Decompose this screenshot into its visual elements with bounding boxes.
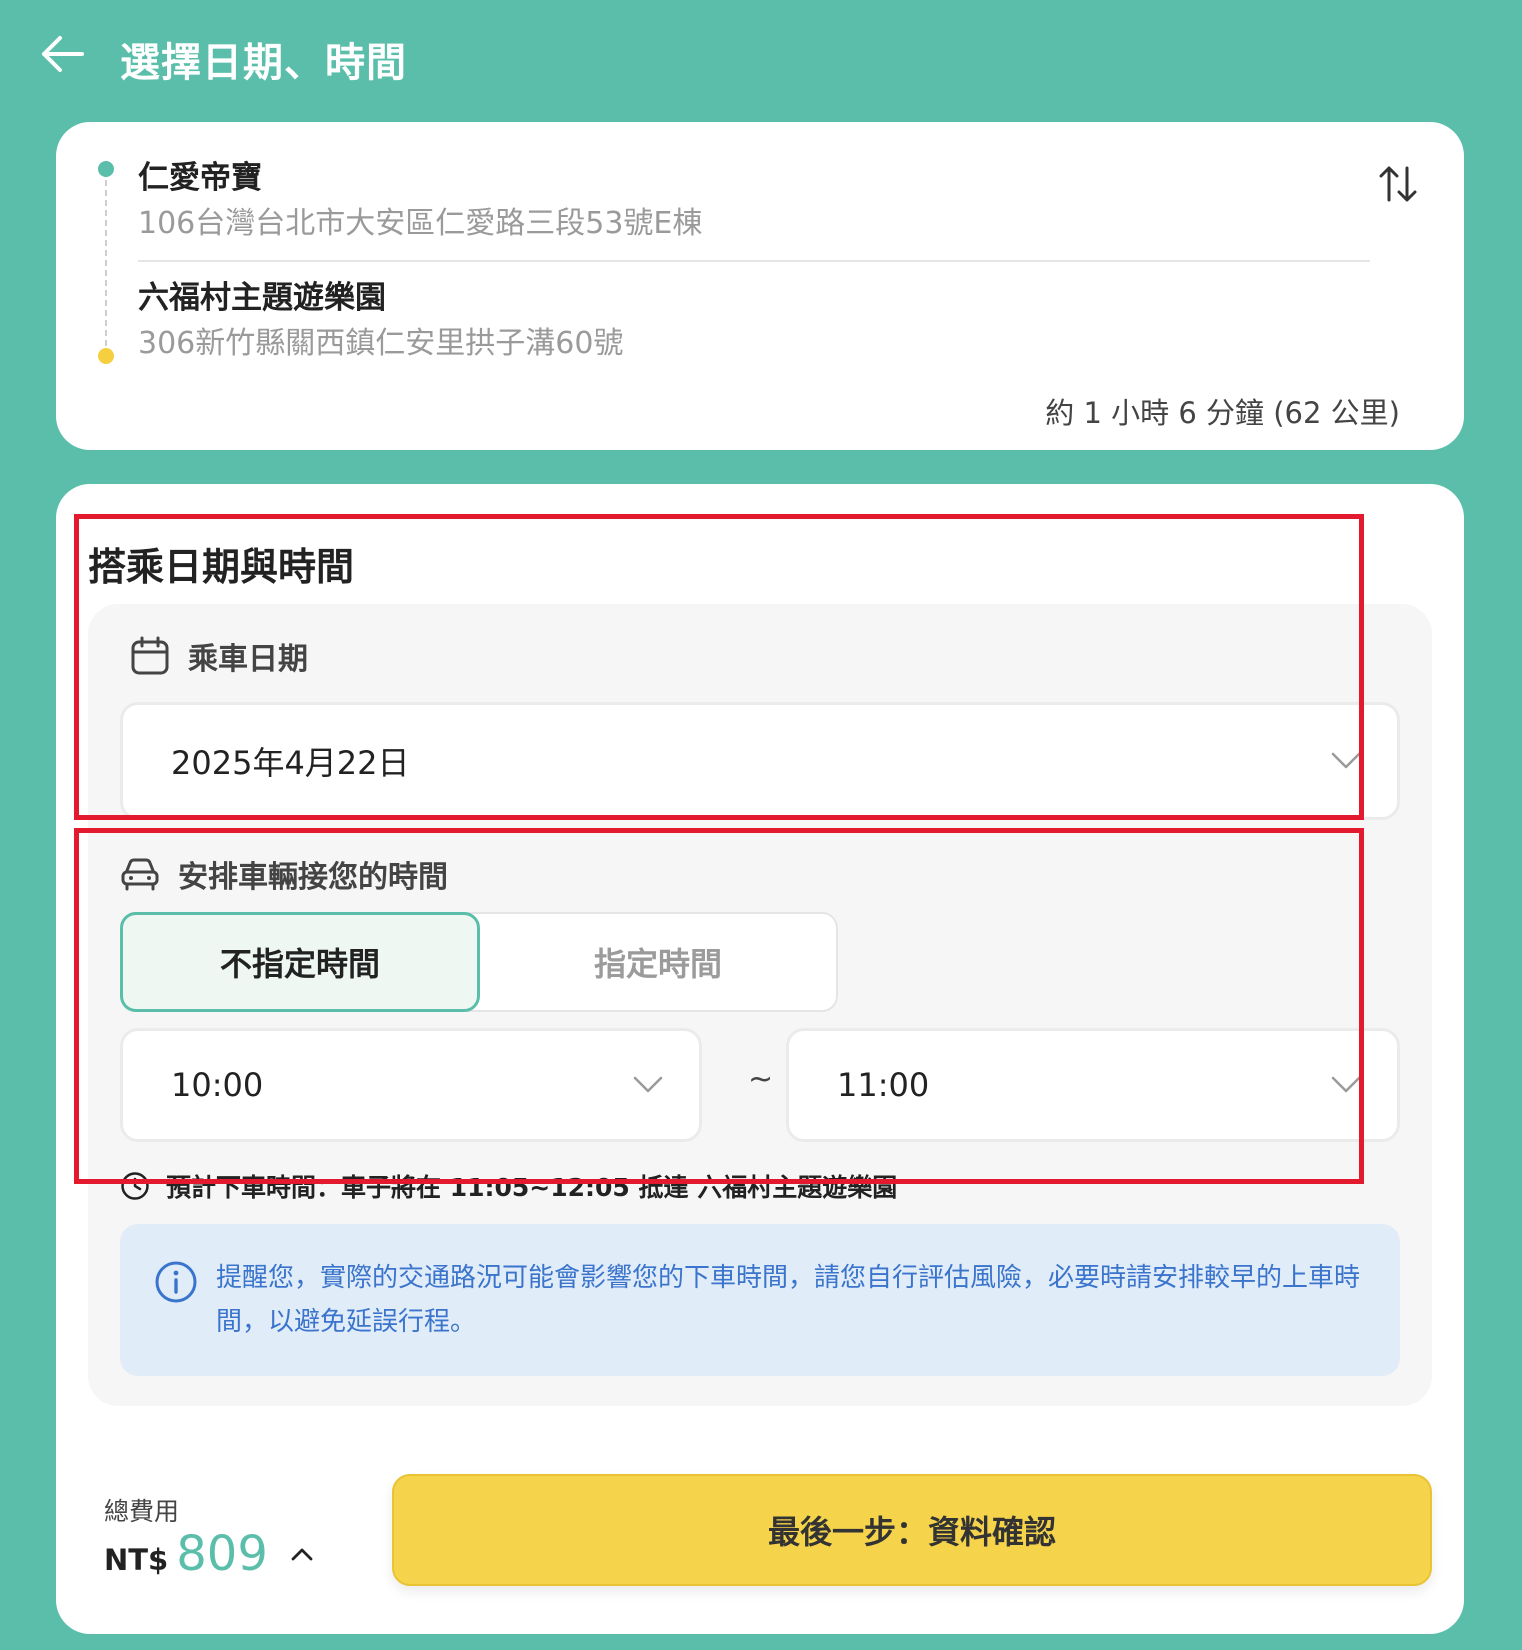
destination-name: 六福村主題遊樂園 <box>138 280 386 316</box>
date-label-row: 乘車日期 <box>130 634 308 678</box>
calendar-icon <box>131 636 169 675</box>
page-title: 選擇日期、時間 <box>120 40 407 86</box>
car-icon <box>121 858 159 891</box>
destination-dot-icon <box>98 348 114 364</box>
chevron-up-icon[interactable] <box>290 1546 314 1562</box>
confirm-details-button[interactable]: 最後一步：資料確認 <box>392 1474 1432 1586</box>
price-row: NT$ 809 <box>104 1526 314 1582</box>
origin-dot-icon <box>98 161 114 177</box>
chevron-down-icon <box>633 1076 663 1093</box>
destination-address: 306新竹縣關西鎮仁安里拱子溝60號 <box>138 326 624 361</box>
currency: NT$ <box>104 1543 169 1577</box>
pickup-label: 安排車輛接您的時間 <box>178 860 448 895</box>
notice-text: 提醒您，實際的交通路況可能會影響您的下車時間，請您自行評估風險，必要時請安排較早… <box>216 1263 1361 1337</box>
route-card: 仁愛帝寶 106台灣台北市大安區仁愛路三段53號E棟 六福村主題遊樂園 306新… <box>56 122 1464 450</box>
pickup-label-row: 安排車輛接您的時間 <box>120 852 448 896</box>
section-title: 搭乘日期與時間 <box>88 545 355 589</box>
time-separator: ~ <box>748 1062 774 1097</box>
info-icon <box>155 1261 197 1303</box>
price-amount: 809 <box>176 1526 268 1582</box>
time-mode-toggle: 不指定時間 指定時間 <box>120 912 838 1012</box>
end-time-select[interactable]: 11:00 <box>786 1028 1400 1142</box>
start-time-value: 10:00 <box>171 1066 264 1104</box>
route-summary: 約 1 小時 6 分鐘 (62 公里) <box>1045 396 1400 430</box>
total-label: 總費用 <box>104 1497 180 1526</box>
time-mode-unspecified[interactable]: 不指定時間 <box>120 912 480 1012</box>
origin-name: 仁愛帝寶 <box>138 160 262 196</box>
chevron-down-icon <box>1331 1076 1361 1093</box>
chevron-down-icon <box>1331 752 1361 769</box>
date-value: 2025年4月22日 <box>171 744 410 782</box>
traffic-notice: 提醒您，實際的交通路況可能會影響您的下車時間，請您自行評估風險，必要時請安排較早… <box>120 1224 1400 1376</box>
origin-address: 106台灣台北市大安區仁愛路三段53號E棟 <box>138 206 703 241</box>
end-time-value: 11:00 <box>837 1066 930 1104</box>
swap-icon[interactable] <box>1376 162 1420 206</box>
app-header: 選擇日期、時間 <box>0 0 1522 116</box>
dropoff-estimate-text: 預計下車時間：車子將在 11:05~12:05 抵達 六福村主題遊樂園 <box>166 1173 898 1202</box>
time-mode-specified[interactable]: 指定時間 <box>478 912 838 1012</box>
clock-icon <box>121 1172 149 1200</box>
back-arrow-icon[interactable] <box>36 28 88 80</box>
route-connector <box>105 180 107 346</box>
start-time-select[interactable]: 10:00 <box>120 1028 702 1142</box>
ride-card: 搭乘日期與時間 乘車日期 2025年4月22日 安排車輛接您的時間 不指定時間 <box>56 484 1464 1634</box>
dropoff-estimate: 預計下車時間：車子將在 11:05~12:05 抵達 六福村主題遊樂園 <box>120 1168 897 1204</box>
date-label: 乘車日期 <box>188 642 308 677</box>
route-divider <box>138 260 1370 262</box>
date-select[interactable]: 2025年4月22日 <box>120 702 1400 820</box>
